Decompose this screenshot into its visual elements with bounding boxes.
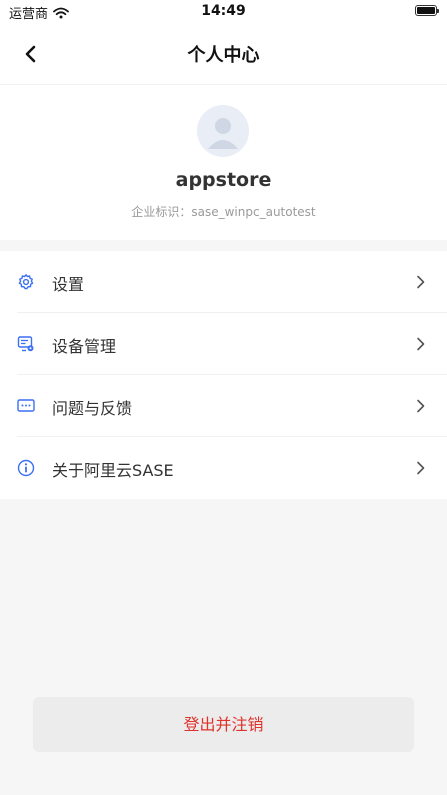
device-management-icon bbox=[17, 336, 34, 352]
menu-label-feedback: 问题与反馈 bbox=[52, 399, 133, 418]
menu-item-about[interactable]: 关于阿里云SASE bbox=[0, 437, 447, 499]
nav-bar: 个人中心 bbox=[0, 24, 447, 85]
menu-list: 设置 设备管理 问题与反馈 关于阿里云SASE bbox=[0, 251, 447, 499]
chevron-right-icon bbox=[417, 275, 425, 289]
logout-button[interactable]: 登出并注销 bbox=[33, 697, 414, 752]
chevron-right-icon bbox=[417, 399, 425, 413]
avatar[interactable] bbox=[197, 105, 249, 157]
chevron-right-icon bbox=[417, 461, 425, 475]
menu-label-settings: 设置 bbox=[52, 275, 85, 294]
username: appstore bbox=[175, 169, 272, 191]
settings-icon bbox=[18, 274, 34, 290]
menu-label-device-management: 设备管理 bbox=[52, 337, 117, 356]
menu-item-feedback[interactable]: 问题与反馈 bbox=[0, 375, 447, 437]
status-bar: 运营商 14:49 bbox=[0, 0, 447, 24]
enterprise-id-value: sase_winpc_autotest bbox=[191, 205, 316, 219]
page-title: 个人中心 bbox=[187, 45, 260, 66]
feedback-icon bbox=[17, 399, 35, 412]
status-time: 14:49 bbox=[201, 3, 246, 19]
chevron-right-icon bbox=[417, 337, 425, 351]
info-icon bbox=[17, 459, 35, 477]
menu-item-device-management[interactable]: 设备管理 bbox=[0, 313, 447, 375]
profile-section: appstore 企业标识：sase_winpc_autotest bbox=[0, 85, 447, 240]
menu-item-settings[interactable]: 设置 bbox=[0, 251, 447, 313]
battery-icon bbox=[415, 5, 439, 16]
menu-label-about: 关于阿里云SASE bbox=[52, 461, 174, 480]
avatar-placeholder-icon bbox=[208, 118, 238, 149]
enterprise-id-label: 企业标识： bbox=[131, 205, 192, 219]
enterprise-id-line: 企业标识：sase_winpc_autotest bbox=[0, 203, 447, 220]
